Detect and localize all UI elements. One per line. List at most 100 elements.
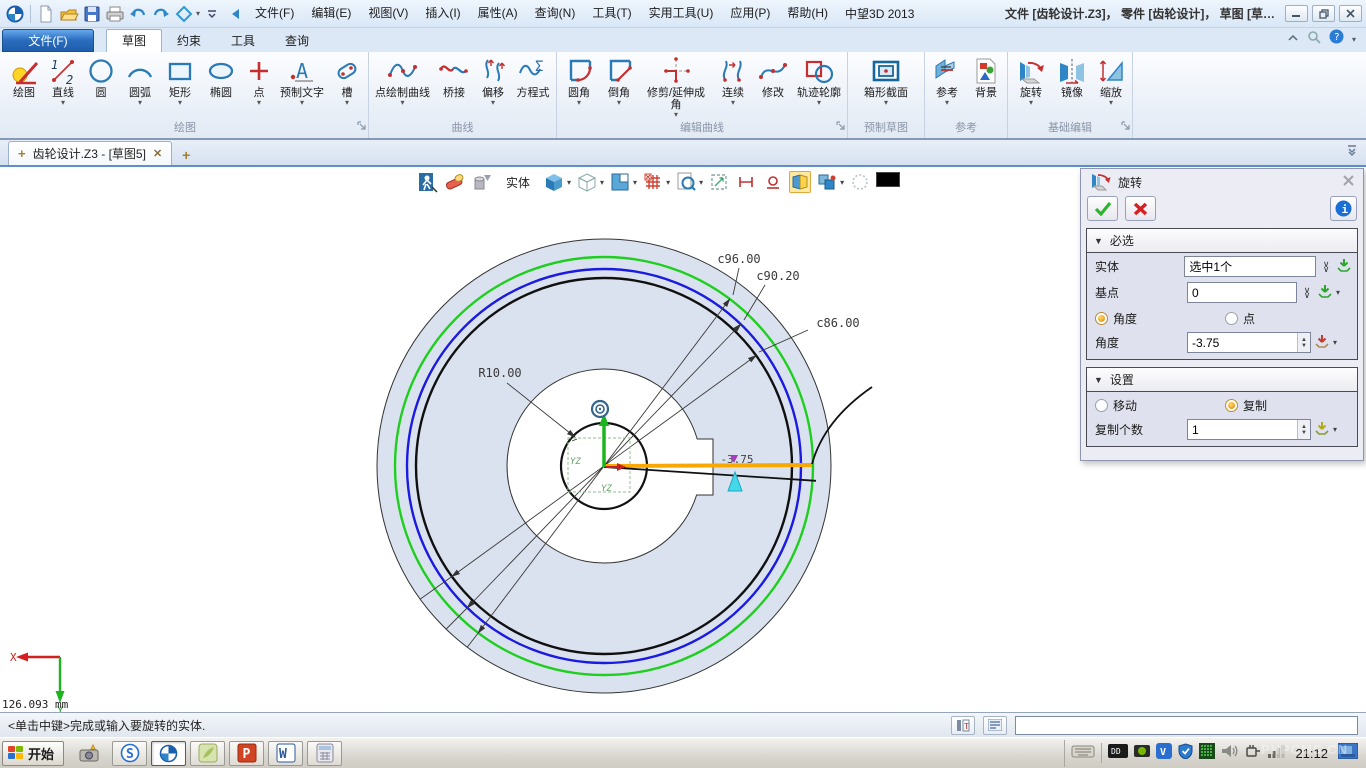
filter-type-label[interactable]: 实体 [506, 174, 530, 191]
taskbar-app-word[interactable]: W [268, 741, 303, 766]
zoom-view-icon[interactable] [675, 171, 697, 193]
filter-icon[interactable] [471, 171, 493, 193]
tool-mirror[interactable]: 镜像 [1052, 54, 1092, 109]
dim-label-c86[interactable]: c86.00 [816, 316, 859, 330]
restore-button[interactable] [1312, 5, 1335, 22]
menu-application[interactable]: 应用(P) [722, 0, 778, 27]
command-input[interactable] [1015, 716, 1358, 735]
pick-green-icon[interactable] [1317, 283, 1333, 302]
tray-power-icon[interactable] [1245, 743, 1261, 764]
dim-symbol-icon[interactable] [762, 171, 784, 193]
caret-icon[interactable]: ▾ [633, 178, 637, 187]
tray-dolby-icon[interactable]: DD [1108, 744, 1128, 763]
menu-inquire[interactable]: 查询(N) [527, 0, 584, 27]
caret-icon[interactable]: ▾ [840, 178, 844, 187]
qat-collapse-icon[interactable] [201, 3, 223, 25]
start-button[interactable]: 开始 [2, 741, 64, 766]
canvas-area[interactable]: c96.00 c90.20 c86.00 R10.00 YZ YZ [0, 167, 1366, 712]
tab-constraint[interactable]: 约束 [162, 30, 216, 52]
panel-close-icon[interactable] [1342, 175, 1355, 189]
menu-tools[interactable]: 工具(T) [584, 0, 639, 27]
tool-point-curve[interactable]: 点绘制曲线▾ [371, 54, 434, 109]
caret-icon[interactable]: ▾ [699, 178, 703, 187]
taskbar-app-calculator[interactable] [307, 741, 342, 766]
tab-close-icon[interactable]: ✕ [153, 147, 162, 160]
menu-file[interactable]: 文件(F) [247, 0, 302, 27]
tray-matrix-icon[interactable] [1199, 743, 1215, 764]
back-icon[interactable] [224, 3, 246, 25]
angle-radio-label[interactable]: 角度 [1113, 312, 1137, 326]
copy-radio-label[interactable]: 复制 [1243, 399, 1267, 413]
new-file-button[interactable] [35, 3, 57, 25]
dim-horizontal-icon[interactable] [735, 171, 757, 193]
tab-tools[interactable]: 工具 [216, 30, 270, 52]
frame-resize-icon[interactable] [708, 171, 730, 193]
taskbar-app-notes[interactable] [190, 741, 225, 766]
expand-chevron-icon[interactable]: ∨∨ [1319, 262, 1333, 272]
tool-rectangle[interactable]: 矩形▾ [160, 54, 200, 109]
tool-chamfer[interactable]: 倒角▾ [599, 54, 639, 109]
required-section-header[interactable]: ▼必选 [1087, 229, 1357, 253]
move-radio-label[interactable]: 移动 [1113, 399, 1137, 413]
network-signal-icon[interactable] [1267, 744, 1285, 763]
group-launcher-icon[interactable] [357, 117, 366, 135]
tab-sketch[interactable]: 草图 [106, 29, 162, 52]
tool-scale[interactable]: 缩放▾ [1092, 54, 1130, 109]
show-desktop-icon[interactable] [1338, 743, 1358, 764]
pick-caret-icon[interactable]: ▾ [1333, 425, 1337, 434]
selected-line-entity[interactable] [606, 465, 812, 466]
entity-input[interactable] [1184, 256, 1316, 277]
tool-trim-extend[interactable]: 修剪/延伸成角▾ [639, 54, 713, 121]
move-radio[interactable] [1095, 399, 1108, 412]
taskbar-app-browser[interactable]: S [112, 741, 147, 766]
tool-point[interactable]: 点▾ [242, 54, 276, 109]
tool-fillet[interactable]: 圆角▾ [559, 54, 599, 109]
caret-icon[interactable]: ▾ [666, 178, 670, 187]
tool-connect[interactable]: 连续▾ [713, 54, 753, 109]
pick-caret-icon[interactable]: ▾ [1336, 288, 1340, 297]
tool-rotate[interactable]: 旋转▾ [1010, 54, 1052, 109]
tool-modify[interactable]: 修改 [753, 54, 793, 109]
eraser-icon[interactable] [444, 171, 466, 193]
tray-v-app-icon[interactable]: V [1156, 743, 1172, 764]
plane-toggle-icon[interactable] [789, 171, 811, 193]
tray-nvidia-icon[interactable] [1134, 743, 1150, 764]
tool-ready-text[interactable]: A预制文字▾ [276, 54, 328, 109]
tool-reference[interactable]: 参考▾ [927, 54, 967, 109]
cancel-button[interactable] [1125, 196, 1156, 221]
pick-yellow-icon[interactable] [1314, 420, 1330, 439]
view-gizmo-button[interactable] [173, 3, 195, 25]
caret-icon[interactable]: ▾ [567, 178, 571, 187]
menu-help[interactable]: 帮助(H) [779, 0, 836, 27]
menu-attribute[interactable]: 属性(A) [470, 0, 526, 27]
file-menu-button[interactable]: 文件(F) [2, 29, 94, 52]
angle-radio[interactable] [1095, 312, 1108, 325]
open-file-button[interactable] [58, 3, 80, 25]
screenshot-tool-icon[interactable] [78, 742, 100, 764]
settings-section-header[interactable]: ▼设置 [1087, 368, 1357, 392]
menu-insert[interactable]: 插入(I) [417, 0, 468, 27]
point-radio[interactable] [1225, 312, 1238, 325]
menu-edit[interactable]: 编辑(E) [303, 0, 359, 27]
search-icon[interactable] [1307, 30, 1321, 49]
tabbar-overflow-icon[interactable] [1338, 143, 1366, 165]
gizmo-dropdown-caret[interactable]: ▾ [196, 9, 200, 18]
exit-sketch-icon[interactable] [417, 171, 439, 193]
tool-background[interactable]: 背景 [967, 54, 1005, 109]
keyboard-icon[interactable] [1071, 743, 1095, 764]
tray-shield-icon[interactable] [1178, 743, 1193, 764]
tool-line[interactable]: 12直线▾ [44, 54, 82, 109]
copy-radio[interactable] [1225, 399, 1238, 412]
group-launcher-icon[interactable] [836, 117, 845, 135]
minimize-button[interactable] [1285, 5, 1308, 22]
angle-input[interactable] [1187, 332, 1311, 353]
tool-bridge[interactable]: 桥接 [434, 54, 474, 109]
new-tab-button[interactable]: + [182, 147, 190, 165]
angle-spinner[interactable]: ▲▼ [1297, 333, 1310, 352]
tool-offset[interactable]: 偏移▾ [474, 54, 512, 109]
document-tab[interactable]: + 齿轮设计.Z3 - [草图5] ✕ [8, 141, 172, 165]
color-swatch[interactable] [876, 172, 900, 192]
save-button[interactable] [81, 3, 103, 25]
clock[interactable]: 21:12 [1291, 746, 1332, 761]
taskbar-app-zw3d[interactable] [151, 741, 186, 766]
